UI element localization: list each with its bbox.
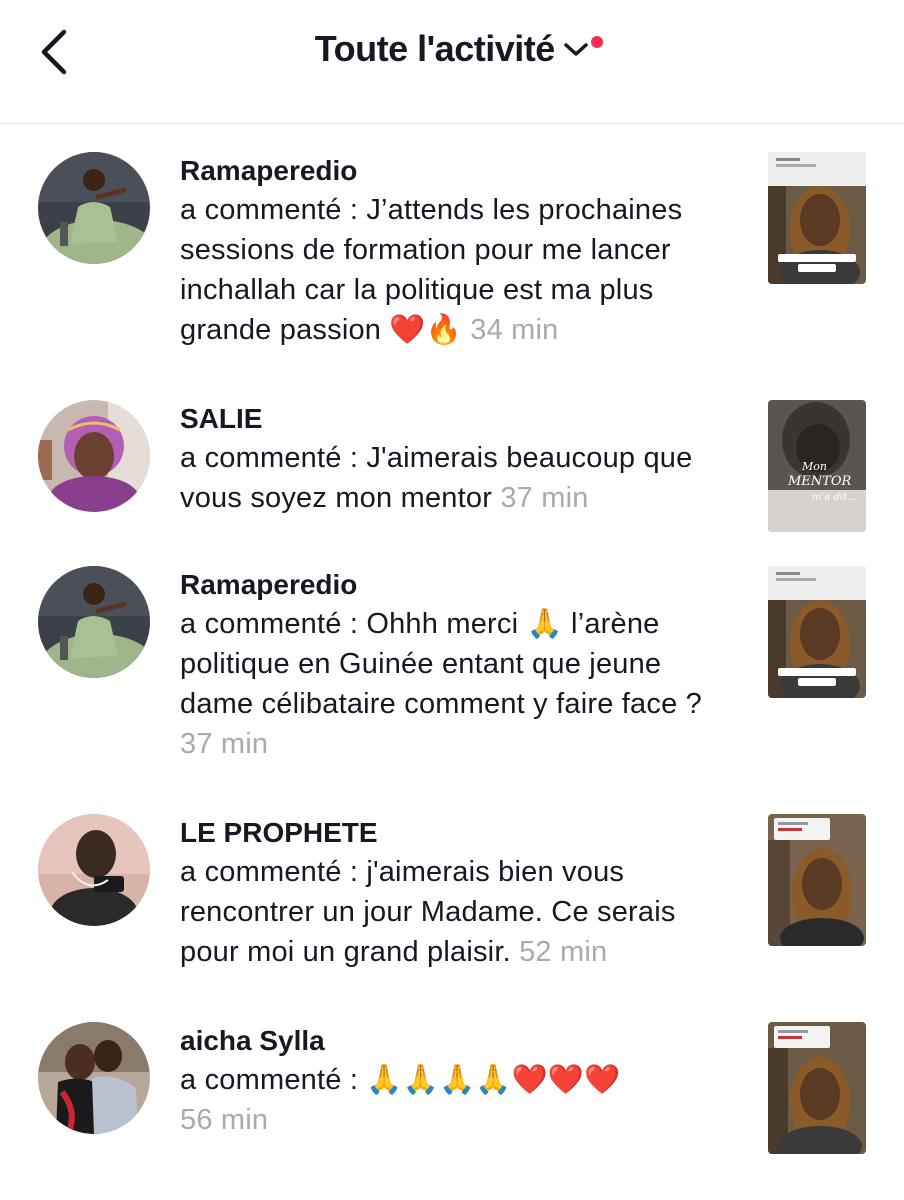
avatar[interactable] (38, 814, 150, 926)
thumbnail-text-line2: MENTOR (787, 474, 852, 489)
avatar[interactable] (38, 566, 150, 678)
comment-text: a commenté : J'aimerais beaucoup que vou… (180, 442, 693, 514)
username[interactable]: SALIE (180, 400, 740, 438)
video-thumbnail[interactable] (768, 566, 866, 698)
timestamp: 37 min (500, 482, 589, 514)
comment-text: a commenté : 🙏🙏🙏🙏❤️❤️❤️ 56 min (180, 1064, 621, 1136)
timestamp: 56 min (180, 1104, 269, 1136)
video-thumbnail[interactable] (768, 814, 866, 946)
top-bar: Toute l'activité (0, 0, 904, 124)
comment-text: a commenté : j'aimerais bien vous rencon… (180, 856, 676, 968)
unread-dot (591, 36, 604, 48)
avatar[interactable] (38, 1022, 150, 1134)
video-thumbnail[interactable]: Mon MENTOR m'a dit... (768, 400, 866, 532)
video-thumbnail[interactable] (768, 1022, 866, 1154)
timestamp: 34 min (470, 314, 559, 346)
comment-text: a commenté : J’attends les prochaines se… (180, 194, 683, 346)
thumbnail-text-line3: m'a dit... (812, 492, 857, 503)
avatar[interactable] (38, 400, 150, 512)
username[interactable]: LE PROPHETE (180, 814, 740, 852)
chevron-down-icon (564, 43, 588, 56)
comment-text: a commenté : Ohhh merci 🙏 l’arène politi… (180, 608, 702, 760)
thumbnail-text-line1: Mon (801, 460, 827, 473)
video-thumbnail[interactable] (768, 152, 866, 284)
page-title: Toute l'activité (314, 28, 555, 69)
timestamp: 52 min (519, 936, 608, 968)
timestamp: 37 min (180, 728, 269, 760)
avatar[interactable] (38, 152, 150, 264)
username[interactable]: aicha Sylla (180, 1022, 740, 1060)
username[interactable]: Ramaperedio (180, 152, 740, 190)
activity-filter-dropdown[interactable]: Toute l'activité (0, 28, 904, 70)
username[interactable]: Ramaperedio (180, 566, 740, 604)
